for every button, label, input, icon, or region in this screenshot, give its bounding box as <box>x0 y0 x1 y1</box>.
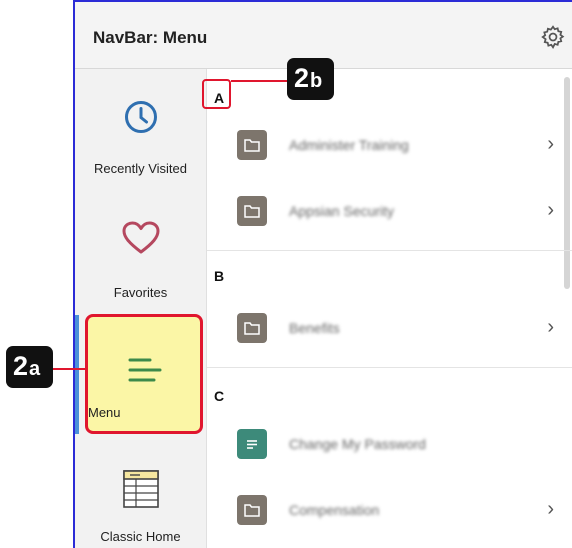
navbar-sidebar: Recently Visited Favorites Menu Classic … <box>75 69 207 548</box>
folder-icon <box>237 495 267 525</box>
classic-home-icon <box>122 470 159 508</box>
folder-icon <box>237 196 267 226</box>
list-item-label: Change My Password <box>289 436 426 452</box>
sidebar-item-menu[interactable]: Menu <box>85 314 203 434</box>
chevron-right-icon: › <box>547 133 554 155</box>
section-divider <box>207 250 572 251</box>
sidebar-item-label: Menu <box>88 405 121 420</box>
section-heading-b: B <box>214 268 225 284</box>
folder-icon <box>237 313 267 343</box>
list-item[interactable]: Benefits › <box>207 300 572 356</box>
section-heading-c: C <box>214 388 225 404</box>
sidebar-item-favorites[interactable]: Favorites <box>75 191 206 311</box>
clock-icon <box>124 101 157 133</box>
list-item[interactable]: Administer Training › <box>207 117 572 173</box>
callout-badge-2b: 2 b <box>287 58 334 100</box>
callout-suffix: a <box>29 358 41 380</box>
list-item-label: Administer Training <box>289 137 409 153</box>
list-item[interactable]: Change My Password <box>207 415 572 471</box>
list-item[interactable]: Compensation › <box>207 481 572 537</box>
sidebar-item-label: Classic Home <box>100 529 181 544</box>
section-divider <box>207 367 572 368</box>
menu-content: A Administer Training › Appsian Security… <box>207 69 572 548</box>
callout-badge-2a: 2 a <box>6 346 53 388</box>
sidebar-item-classic-home[interactable]: Classic Home <box>75 449 206 548</box>
gear-icon[interactable] <box>540 24 566 50</box>
active-indicator <box>75 315 79 434</box>
list-item-label: Appsian Security <box>289 203 395 219</box>
list-item-label: Benefits <box>289 320 340 336</box>
callout-connector <box>231 80 289 82</box>
callout-suffix: b <box>310 70 323 92</box>
callout-number: 2 <box>294 63 310 93</box>
chevron-right-icon: › <box>547 498 554 520</box>
menu-lines-icon <box>128 358 162 382</box>
page-icon <box>237 429 267 459</box>
sidebar-item-label: Recently Visited <box>94 161 187 176</box>
list-item[interactable]: Appsian Security › <box>207 183 572 239</box>
callout-number: 2 <box>13 351 29 381</box>
sidebar-item-recently-visited[interactable]: Recently Visited <box>75 69 206 189</box>
sidebar-item-label: Favorites <box>113 285 168 300</box>
list-item-label: Compensation <box>289 502 380 518</box>
folder-icon <box>237 130 267 160</box>
chevron-right-icon: › <box>547 316 554 338</box>
chevron-right-icon: › <box>547 199 554 221</box>
navbar-title: NavBar: Menu <box>93 28 208 47</box>
highlight-box-section-a <box>202 79 231 109</box>
callout-connector <box>50 368 86 370</box>
heart-icon <box>122 221 159 254</box>
